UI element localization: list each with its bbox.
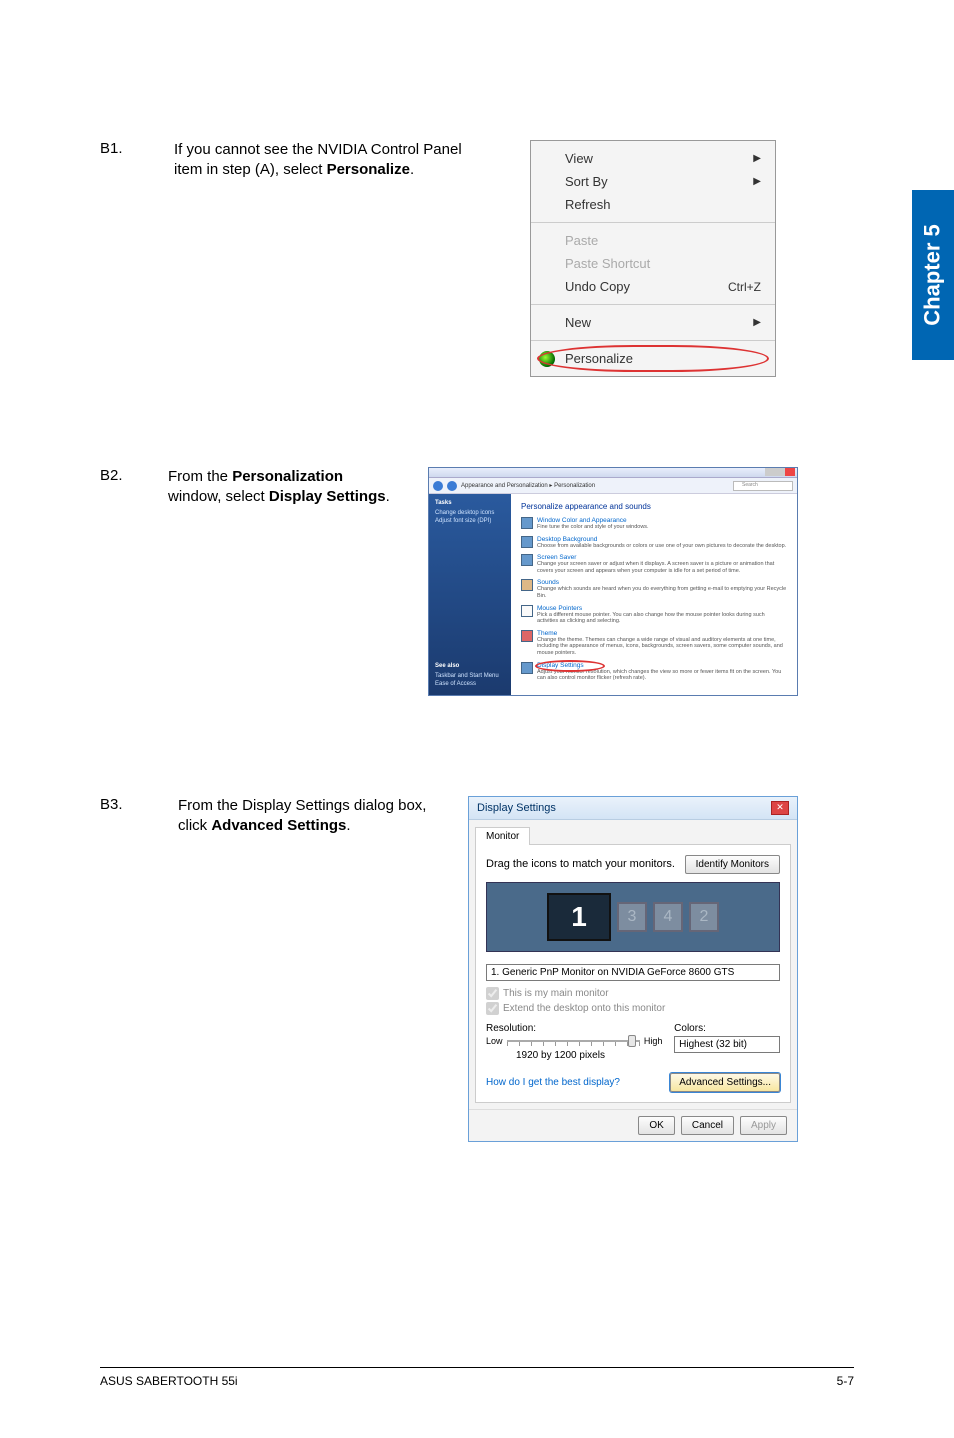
submenu-arrow-icon: ▶	[753, 176, 761, 187]
slider-thumb[interactable]	[628, 1035, 636, 1047]
monitor-select[interactable]: 1. Generic PnP Monitor on NVIDIA GeForce…	[486, 964, 780, 981]
personalization-window: Appearance and Personalization ▸ Persona…	[428, 467, 798, 696]
monitor-3[interactable]: 3	[617, 902, 647, 932]
help-link[interactable]: How do I get the best display?	[486, 1077, 620, 1088]
ok-button[interactable]: OK	[638, 1116, 674, 1135]
chapter-tab-label: Chapter 5	[920, 224, 946, 325]
sounds-icon	[521, 579, 533, 591]
monitor-layout-area[interactable]: 1 3 4 2	[486, 882, 780, 952]
display-settings-icon	[521, 662, 533, 674]
sidebar-tasks-heading: Tasks	[435, 500, 505, 506]
step-b3: B3. From the Display Settings dialog box…	[100, 796, 854, 1142]
sidebar-change-desktop-icons[interactable]: Change desktop icons	[435, 510, 505, 516]
personalization-main: Personalize appearance and sounds Window…	[511, 494, 797, 695]
colors-select[interactable]: Highest (32 bit)	[674, 1036, 780, 1053]
tab-monitor[interactable]: Monitor	[475, 827, 530, 845]
desktop-context-menu: View ▶ Sort By ▶ Refresh Paste	[530, 140, 776, 377]
link-desktop-background[interactable]: Desktop Background Choose from available…	[521, 536, 787, 550]
drag-instruction: Drag the icons to match your monitors.	[486, 858, 675, 870]
footer-left: ASUS SABERTOOTH 55i	[100, 1374, 238, 1388]
monitor-4[interactable]: 4	[653, 902, 683, 932]
monitor-panel: Drag the icons to match your monitors. I…	[475, 844, 791, 1103]
ctx-undo-copy[interactable]: Undo Copy Ctrl+Z	[531, 275, 775, 298]
context-menu-screenshot: View ▶ Sort By ▶ Refresh Paste	[530, 140, 776, 377]
step-b1: B1. If you cannot see the NVIDIA Control…	[100, 140, 854, 377]
link-window-color[interactable]: Window Color and Appearance Fine tune th…	[521, 517, 787, 531]
ctx-sort-by[interactable]: Sort By ▶	[531, 170, 775, 193]
breadcrumb[interactable]: Appearance and Personalization ▸ Persona…	[461, 482, 729, 489]
close-icon[interactable]: ✕	[771, 801, 789, 815]
ctx-view[interactable]: View ▶	[531, 147, 775, 170]
window-titlebar	[429, 468, 797, 478]
ctx-shortcut: Ctrl+Z	[728, 280, 761, 294]
display-settings-dialog: Display Settings ✕ Monitor Drag the icon…	[468, 796, 798, 1142]
colors-label: Colors:	[674, 1023, 780, 1034]
monitor-1[interactable]: 1	[547, 893, 611, 941]
nav-forward-icon[interactable]	[447, 481, 457, 491]
apply-button[interactable]: Apply	[740, 1116, 787, 1135]
cancel-button[interactable]: Cancel	[681, 1116, 734, 1135]
monitor-2[interactable]: 2	[689, 902, 719, 932]
screen-saver-icon	[521, 554, 533, 566]
link-screen-saver[interactable]: Screen Saver Change your screen saver or…	[521, 554, 787, 574]
dialog-title: Display Settings	[477, 802, 556, 814]
ctx-personalize[interactable]: Personalize	[531, 347, 775, 370]
mouse-pointers-icon	[521, 605, 533, 617]
chapter-tab: Chapter 5	[912, 190, 954, 360]
window-buttons[interactable]	[765, 468, 795, 476]
ctx-paste-shortcut: Paste Shortcut	[531, 252, 775, 275]
link-sounds[interactable]: Sounds Change which sounds are heard whe…	[521, 579, 787, 599]
page-footer: ASUS SABERTOOTH 55i 5-7	[100, 1367, 854, 1388]
chk-main-monitor: This is my main monitor	[486, 987, 780, 1000]
tasks-sidebar: Tasks Change desktop icons Adjust font s…	[429, 494, 511, 695]
sidebar-ease-of-access[interactable]: Ease of Access	[435, 681, 505, 687]
personalize-icon	[539, 351, 555, 367]
personalization-window-screenshot: Appearance and Personalization ▸ Persona…	[428, 467, 798, 696]
link-theme[interactable]: Theme Change the theme. Themes can chang…	[521, 630, 787, 657]
window-color-icon	[521, 517, 533, 529]
chk-extend-desktop: Extend the desktop onto this monitor	[486, 1002, 780, 1015]
ctx-paste: Paste	[531, 229, 775, 252]
step-num: B3.	[100, 796, 138, 1142]
step-num: B2.	[100, 467, 138, 696]
desktop-background-icon	[521, 536, 533, 548]
sidebar-seealso-heading: See also	[435, 663, 505, 669]
step-num: B1.	[100, 140, 138, 377]
address-bar: Appearance and Personalization ▸ Persona…	[429, 478, 797, 494]
ctx-new[interactable]: New ▶	[531, 311, 775, 334]
resolution-label: Resolution:	[486, 1023, 662, 1034]
ctx-refresh[interactable]: Refresh	[531, 193, 775, 216]
submenu-arrow-icon: ▶	[753, 317, 761, 328]
step-text: If you cannot see the NVIDIA Control Pan…	[174, 140, 494, 377]
link-mouse-pointers[interactable]: Mouse Pointers Pick a different mouse po…	[521, 605, 787, 625]
theme-icon	[521, 630, 533, 642]
personalization-heading: Personalize appearance and sounds	[521, 502, 787, 511]
link-display-settings[interactable]: Display Settings Adjust your monitor res…	[521, 662, 787, 682]
display-settings-screenshot: Display Settings ✕ Monitor Drag the icon…	[468, 796, 798, 1142]
footer-right: 5-7	[837, 1374, 854, 1388]
dialog-titlebar: Display Settings ✕	[469, 797, 797, 820]
resolution-value: 1920 by 1200 pixels	[516, 1050, 662, 1061]
identify-monitors-button[interactable]: Identify Monitors	[685, 855, 780, 874]
submenu-arrow-icon: ▶	[753, 153, 761, 164]
step-b2: B2. From the Personalization window, sel…	[100, 467, 854, 696]
nav-back-icon[interactable]	[433, 481, 443, 491]
resolution-slider[interactable]: Low High	[486, 1036, 662, 1046]
advanced-settings-button[interactable]: Advanced Settings...	[670, 1073, 780, 1092]
search-input[interactable]: Search	[733, 481, 793, 491]
step-text: From the Display Settings dialog box, cl…	[178, 796, 428, 1142]
sidebar-adjust-font-size[interactable]: Adjust font size (DPI)	[435, 518, 505, 524]
step-text: From the Personalization window, select …	[168, 467, 398, 696]
sidebar-taskbar-start-menu[interactable]: Taskbar and Start Menu	[435, 673, 505, 679]
